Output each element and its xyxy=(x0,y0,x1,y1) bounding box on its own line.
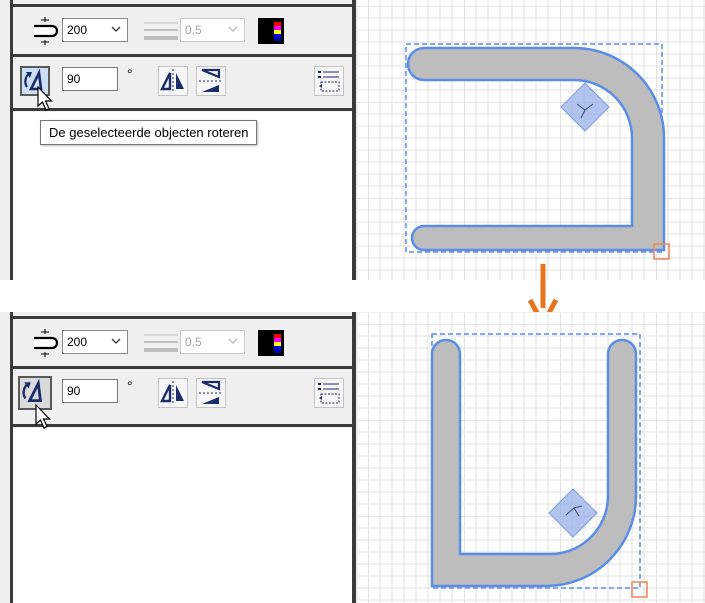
line-width-value: 200 xyxy=(67,23,88,37)
properties-icon xyxy=(318,71,340,92)
flip-horizontal-button[interactable] xyxy=(158,378,188,408)
line-width-value: 200 xyxy=(67,335,88,349)
bottom-shape-layer xyxy=(430,333,648,598)
top-canvas[interactable] xyxy=(358,0,705,280)
bottom-row-divider xyxy=(10,366,356,369)
line-width-icon xyxy=(30,328,60,358)
rotate-icon xyxy=(22,378,43,403)
flip-horizontal-icon xyxy=(160,69,184,93)
properties-icon xyxy=(318,383,340,404)
top-row-divider xyxy=(10,54,356,57)
chevron-down-icon xyxy=(228,26,238,32)
color-swatch-icon[interactable] xyxy=(258,330,284,356)
top-panel-border-right xyxy=(352,0,356,280)
flip-vertical-button[interactable] xyxy=(196,66,226,96)
bottom-panel-border-left xyxy=(10,312,13,603)
properties-button[interactable] xyxy=(314,66,344,96)
top-shape-layer xyxy=(405,43,670,260)
degree-label: ° xyxy=(127,378,133,394)
rotation-handle[interactable] xyxy=(560,82,610,132)
properties-button[interactable] xyxy=(314,378,344,408)
cursor-icon xyxy=(34,404,54,430)
bottom-panel-border-top xyxy=(10,316,356,319)
flip-vertical-button[interactable] xyxy=(196,378,226,408)
flip-horizontal-button[interactable] xyxy=(158,66,188,96)
bottom-panel-border-right xyxy=(352,312,356,603)
line-width-select[interactable]: 200 xyxy=(62,18,128,42)
bottom-canvas[interactable] xyxy=(358,312,705,603)
rotate-angle-value: 90 xyxy=(67,72,81,86)
flip-horizontal-icon xyxy=(160,381,184,405)
top-panel-border-left xyxy=(10,0,13,280)
stroke-value: 0,5 xyxy=(185,23,202,37)
flip-vertical-icon xyxy=(199,68,223,92)
line-width-select[interactable]: 200 xyxy=(62,330,128,354)
top-toolbar-bottom-border xyxy=(10,108,356,111)
chevron-down-icon xyxy=(228,338,238,344)
rotate-angle-input[interactable]: 90 xyxy=(62,67,118,91)
flip-vertical-icon xyxy=(199,380,223,404)
degree-label: ° xyxy=(127,66,133,82)
bottom-panel-body xyxy=(12,428,352,603)
color-swatch-icon[interactable] xyxy=(258,18,284,44)
stroke-lines-icon xyxy=(144,332,178,354)
hook-shape[interactable] xyxy=(406,46,666,252)
bottom-toolbar-area: 200 0,5 90 ° xyxy=(0,312,358,603)
chevron-down-icon xyxy=(111,26,121,32)
top-toolbar-area: 200 0,5 90 ° De geselecteerde objecten r… xyxy=(0,0,358,280)
stroke-select[interactable]: 0,5 xyxy=(180,18,245,42)
stroke-lines-icon xyxy=(144,20,178,42)
cursor-icon xyxy=(36,86,56,112)
top-panel-border-top xyxy=(10,4,356,7)
rotation-handle[interactable] xyxy=(548,488,598,538)
chevron-down-icon xyxy=(111,338,121,344)
rotate-tooltip: De geselecteerde objecten roteren xyxy=(40,120,258,145)
stroke-select[interactable]: 0,5 xyxy=(180,330,245,354)
rotate-angle-value: 90 xyxy=(67,384,81,398)
bottom-toolbar-bottom-border xyxy=(10,424,356,427)
line-width-icon xyxy=(30,16,60,46)
stroke-value: 0,5 xyxy=(185,335,202,349)
rotate-angle-input[interactable]: 90 xyxy=(62,379,118,403)
hook-shape[interactable] xyxy=(430,338,638,588)
